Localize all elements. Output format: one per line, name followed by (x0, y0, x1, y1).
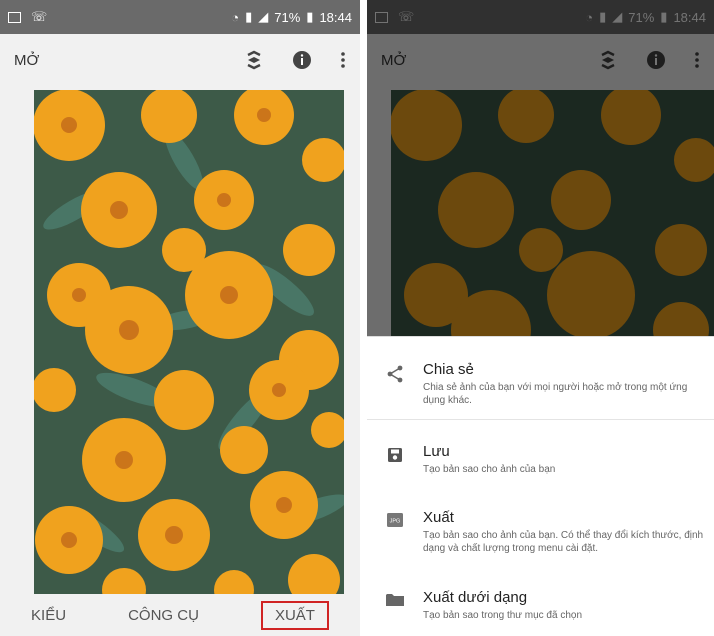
more-icon[interactable] (340, 50, 346, 70)
menu-item-export[interactable]: JPG Xuất Tạo bản sao cho ảnh của bạn. Có… (367, 509, 714, 555)
tab-export[interactable]: XUẤT (260, 600, 329, 630)
export-as-desc: Tạo bản sao trong thư mục đã chọn (423, 610, 583, 621)
clock: 18:44 (319, 9, 352, 25)
status-bar: ☏ ◔ ▮ ◢ 71% ▮ 18:44 (367, 0, 714, 34)
wifi-icon: ◔ (585, 9, 594, 25)
left-screen: ☏ ◔ ▮ ◢ 71% ▮ 18:44 MỞ KIỂU CÔNG CỤ XUẤT (0, 0, 360, 636)
right-screen: ☏ ◔ ▮ ◢ 71% ▮ 18:44 MỞ Chia sẻ Chia sẻ ả… (367, 0, 714, 636)
gallery-icon (8, 11, 21, 23)
export-desc: Tạo bản sao cho ảnh của bạn. Có thể thay… (423, 530, 704, 554)
bottom-nav: KIỂU CÔNG CỤ XUẤT (0, 594, 360, 636)
sim-icon: ▮ (599, 9, 607, 24)
battery-percent: 71% (628, 9, 655, 25)
export-title: Xuất (423, 509, 454, 526)
open-button[interactable]: MỞ (381, 52, 406, 69)
save-title: Lưu (423, 443, 450, 460)
jpg-icon: JPG (387, 513, 403, 527)
menu-item-export-as[interactable]: Xuất dưới dạng Tạo bản sao trong thư mục… (367, 589, 714, 622)
signal-icon: ◢ (258, 9, 269, 24)
flower-photo (34, 90, 344, 595)
signal-notification-icon: ☏ (31, 9, 48, 24)
battery-icon: ▮ (660, 9, 668, 24)
flower-photo (391, 90, 714, 336)
photo-preview[interactable] (34, 90, 344, 595)
more-icon[interactable] (694, 50, 700, 70)
tab-styles[interactable]: KIỂU (31, 607, 66, 624)
divider (367, 419, 714, 420)
share-icon (387, 365, 403, 383)
battery-icon: ▮ (306, 9, 314, 24)
save-desc: Tạo bản sao cho ảnh của bạn (423, 464, 556, 475)
share-title: Chia sẻ (423, 361, 474, 378)
export-as-title: Xuất dưới dạng (423, 589, 528, 606)
app-bar: MỞ (0, 34, 360, 86)
photo-preview (391, 90, 714, 336)
tab-tools[interactable]: CÔNG CỤ (128, 607, 199, 624)
menu-item-share[interactable]: Chia sẻ Chia sẻ ảnh của bạn với mọi ngườ… (367, 361, 714, 407)
open-button[interactable]: MỞ (14, 52, 39, 69)
save-icon (388, 448, 402, 462)
info-icon[interactable] (292, 50, 312, 70)
share-desc: Chia sẻ ảnh của bạn với mọi người hoặc m… (423, 382, 688, 406)
app-bar: MỞ (367, 34, 714, 86)
menu-item-save[interactable]: Lưu Tạo bản sao cho ảnh của bạn (367, 443, 714, 476)
folder-icon (386, 594, 404, 606)
info-icon[interactable] (646, 50, 666, 70)
battery-percent: 71% (274, 9, 301, 25)
history-icon[interactable] (598, 50, 618, 70)
svg-text:JPG: JPG (390, 519, 401, 525)
clock: 18:44 (673, 9, 706, 25)
signal-icon: ◢ (612, 9, 623, 24)
history-icon[interactable] (244, 50, 264, 70)
export-sheet: Chia sẻ Chia sẻ ảnh của bạn với mọi ngườ… (367, 336, 714, 636)
status-bar: ☏ ◔ ▮ ◢ 71% ▮ 18:44 (0, 0, 360, 34)
wifi-icon: ◔ (231, 9, 240, 25)
signal-notification-icon: ☏ (398, 9, 415, 24)
gallery-icon (375, 11, 388, 23)
sim-icon: ▮ (245, 9, 253, 24)
